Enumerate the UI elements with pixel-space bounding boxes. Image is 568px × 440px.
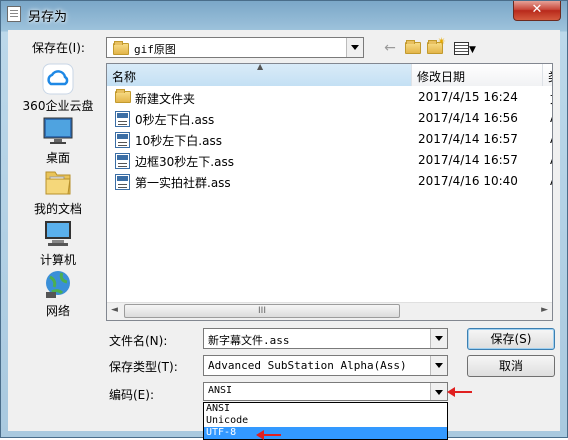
annotation-arrow-icon: [447, 387, 472, 397]
file-date: 2017/4/14 16:56: [418, 111, 518, 125]
horizontal-scrollbar[interactable]: ◄ III ►: [107, 302, 552, 320]
file-type: 文: [550, 90, 552, 107]
save-as-dialog: 另存为 ✕ 保存在(I): gif原图 ← ✴ ▼ 360企业云盘 桌面 我的文…: [0, 0, 568, 440]
sort-up-icon: ▲: [257, 63, 264, 71]
places-bar: 360企业云盘 桌面 我的文档 计算机 网络: [15, 58, 101, 320]
ass-file-icon: [115, 153, 130, 169]
chevron-down-icon[interactable]: [430, 383, 447, 400]
annotation-arrow-icon: [256, 430, 281, 440]
place-desktop[interactable]: 桌面: [15, 115, 101, 166]
place-documents[interactable]: 我的文档: [15, 166, 101, 217]
save-in-label: 保存在(I):: [32, 41, 85, 55]
place-network[interactable]: 网络: [15, 268, 101, 319]
place-label: 我的文档: [33, 202, 82, 216]
file-row[interactable]: 第一实拍社群.ass 2017/4/16 10:40 A: [107, 171, 552, 192]
file-date: 2017/4/16 10:40: [418, 174, 518, 188]
title-bar[interactable]: 另存为 ✕: [1, 1, 567, 29]
column-header-label: 类: [548, 70, 552, 84]
desktop-icon: [42, 115, 74, 147]
cloud-icon: [42, 63, 74, 95]
up-folder-icon[interactable]: [404, 40, 422, 56]
column-header-label: 修改日期: [417, 70, 466, 84]
file-name: 新建文件夹: [135, 92, 196, 106]
cancel-button[interactable]: 取消: [467, 355, 555, 377]
close-button[interactable]: ✕: [513, 1, 561, 21]
place-label: 桌面: [45, 151, 70, 165]
encoding-dropdown-list[interactable]: ANSI Unicode UTF-8: [203, 402, 448, 440]
place-label: 计算机: [39, 253, 76, 267]
folder-icon: [113, 41, 129, 55]
notepad-icon: [7, 6, 21, 22]
chevron-down-icon[interactable]: [430, 356, 447, 375]
network-icon: [42, 268, 74, 300]
file-type: A: [550, 111, 552, 125]
encoding-value: ANSI: [208, 385, 233, 396]
filename-value: 新字幕文件.ass: [208, 334, 290, 347]
file-name: 0秒左下白.ass: [135, 113, 215, 127]
file-name: 10秒左下白.ass: [135, 134, 222, 148]
encoding-option-selected[interactable]: UTF-8: [204, 427, 447, 439]
scroll-right-icon[interactable]: ►: [541, 305, 548, 315]
scroll-thumb[interactable]: III: [124, 304, 400, 318]
file-name: 第一实拍社群.ass: [135, 176, 231, 190]
encoding-label: 编码(E):: [109, 388, 154, 402]
file-type: A: [550, 174, 552, 188]
scroll-left-icon[interactable]: ◄: [111, 305, 118, 315]
place-computer[interactable]: 计算机: [15, 217, 101, 268]
file-type: A: [550, 132, 552, 146]
column-header-label: 名称: [112, 70, 137, 84]
file-row[interactable]: 边框30秒左下.ass 2017/4/14 16:57 A: [107, 150, 552, 171]
ass-file-icon: [115, 132, 130, 148]
column-header-type[interactable]: 类: [543, 64, 552, 86]
encoding-option[interactable]: ANSI: [204, 403, 447, 415]
new-folder-icon[interactable]: ✴: [426, 35, 446, 56]
file-date: 2017/4/14 16:57: [418, 132, 518, 146]
filename-label: 文件名(N):: [109, 334, 168, 348]
file-date: 2017/4/15 16:24: [418, 90, 518, 104]
view-menu-icon[interactable]: ▼: [451, 40, 479, 56]
chevron-down-icon[interactable]: [430, 329, 447, 348]
encoding-select[interactable]: ANSI: [203, 382, 448, 401]
dialog-body: 保存在(I): gif原图 ← ✴ ▼ 360企业云盘 桌面 我的文档 计算机 …: [8, 30, 560, 440]
filetype-label: 保存类型(T):: [109, 360, 178, 374]
chevron-down-icon[interactable]: [346, 38, 363, 57]
save-in-combo[interactable]: gif原图: [106, 37, 364, 58]
folder-icon: [115, 89, 131, 103]
file-date: 2017/4/14 16:57: [418, 153, 518, 167]
back-arrow-icon[interactable]: ←: [381, 40, 399, 56]
file-row[interactable]: 新建文件夹 2017/4/15 16:24 文: [107, 87, 552, 108]
file-row[interactable]: 0秒左下白.ass 2017/4/14 16:56 A: [107, 108, 552, 129]
ass-file-icon: [115, 174, 130, 190]
column-header-name[interactable]: 名称 ▲: [107, 64, 412, 86]
filetype-value: Advanced SubStation Alpha(Ass): [208, 359, 407, 372]
computer-icon: [42, 217, 74, 249]
documents-icon: [42, 166, 74, 198]
current-folder-name: gif原图: [134, 43, 176, 56]
file-type: A: [550, 153, 552, 167]
place-cloud-drive[interactable]: 360企业云盘: [15, 63, 101, 114]
scroll-grip: III: [258, 306, 266, 316]
save-button[interactable]: 保存(S): [467, 328, 555, 350]
encoding-option[interactable]: Unicode: [204, 415, 447, 427]
place-label: 网络: [45, 304, 70, 318]
place-label: 360企业云盘: [22, 99, 94, 113]
filetype-select[interactable]: Advanced SubStation Alpha(Ass): [203, 355, 448, 376]
column-header-date[interactable]: 修改日期: [412, 64, 543, 86]
file-name: 边框30秒左下.ass: [135, 155, 234, 169]
ass-file-icon: [115, 111, 130, 127]
file-list[interactable]: 名称 ▲ 修改日期 类 新建文件夹 2017/4/15 16:24 文 0秒左下…: [106, 63, 553, 321]
filename-input[interactable]: 新字幕文件.ass: [203, 328, 448, 349]
window-title: 另存为: [28, 10, 68, 25]
file-row[interactable]: 10秒左下白.ass 2017/4/14 16:57 A: [107, 129, 552, 150]
